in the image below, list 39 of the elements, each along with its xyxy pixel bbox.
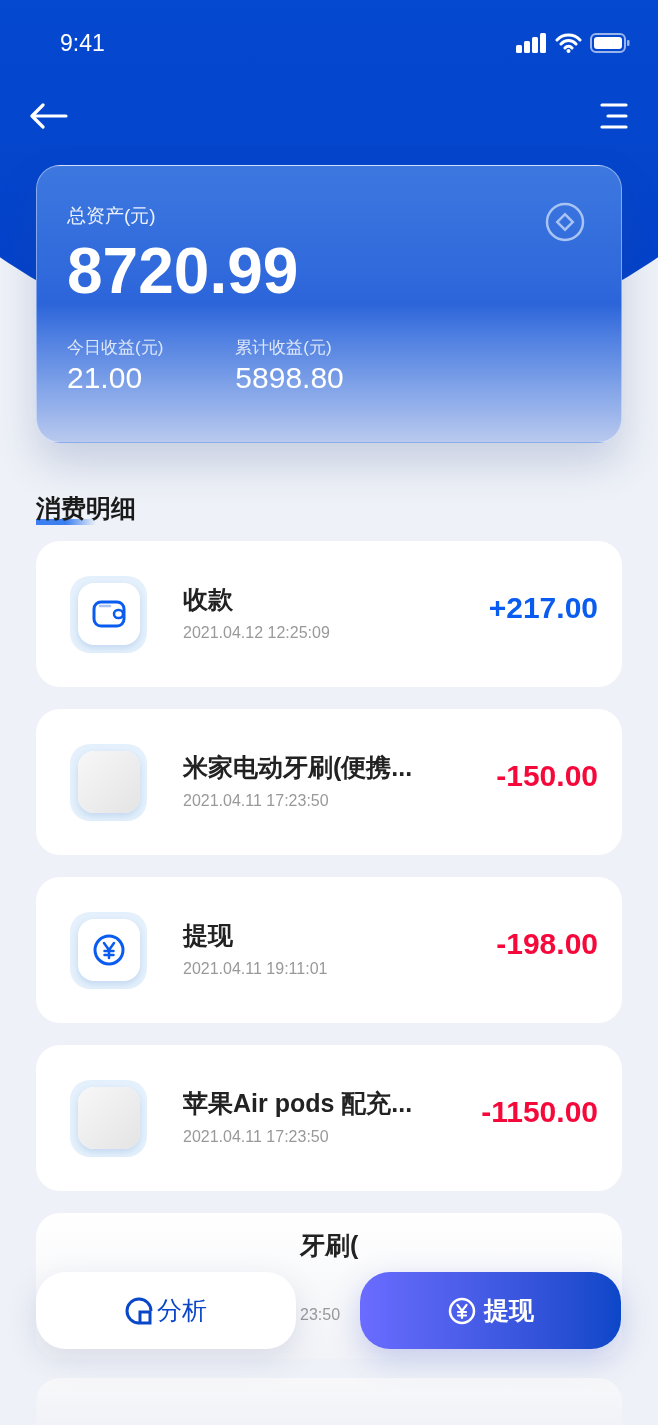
analysis-button[interactable]: 分析 [36,1272,296,1349]
battery-icon [590,33,630,53]
transaction-amount: -150.00 [496,758,598,794]
signal-icon [516,33,547,53]
transaction-title: 提现 [183,920,233,951]
transaction-amount: +217.00 [488,590,598,626]
transaction-title: 收款 [183,584,233,615]
yen-icon [447,1296,476,1325]
back-arrow-icon[interactable] [30,103,68,129]
status-time: 9:41 [60,28,105,58]
stat-label: 今日收益(元) [67,336,164,359]
chart-icon [125,1296,153,1325]
stat-value: 5898.80 [235,360,344,396]
total-assets-label: 总资产(元) [67,204,156,228]
transaction-title: 牙刷( [300,1230,359,1261]
menu-icon[interactable] [600,103,628,129]
stat-label: 累计收益(元) [235,336,332,359]
transaction-card[interactable]: 苹果Air pods 配充... 2021.04.11 17:23:50 -1150.00 [36,1045,622,1191]
yen-icon [92,934,125,966]
transaction-card[interactable]: 提现 2021.04.11 19:11:01 -198.00 [36,877,622,1023]
wifi-icon [555,33,582,53]
coin-icon[interactable] [545,202,585,242]
transaction-time: 23:50 [300,1305,341,1325]
withdraw-button[interactable]: 提现 [360,1272,621,1349]
transaction-title: 米家电动牙刷(便携... [183,752,413,783]
transaction-time: 2021.04.11 19:11:01 [183,959,328,979]
transaction-time: 2021.04.12 12:25:09 [183,623,330,643]
transaction-amount: -1150.00 [481,1094,598,1130]
transaction-title: 苹果Air pods 配充... [183,1088,413,1119]
total-assets-value: 8720.99 [67,233,299,309]
transaction-card[interactable]: 米家电动牙刷(便携... 2021.04.11 17:23:50 -150.00 [36,709,622,855]
transaction-time: 2021.04.11 17:23:50 [183,791,329,811]
transaction-amount: -198.00 [496,926,598,962]
photo-placeholder [77,1087,140,1149]
photo-placeholder [77,751,140,813]
transaction-time: 2021.04.11 17:23:50 [183,1127,329,1147]
wallet-icon [91,600,126,628]
transaction-card[interactable]: 收款 2021.04.12 12:25:09 +217.00 [36,541,622,687]
stat-value: 21.00 [67,360,143,396]
